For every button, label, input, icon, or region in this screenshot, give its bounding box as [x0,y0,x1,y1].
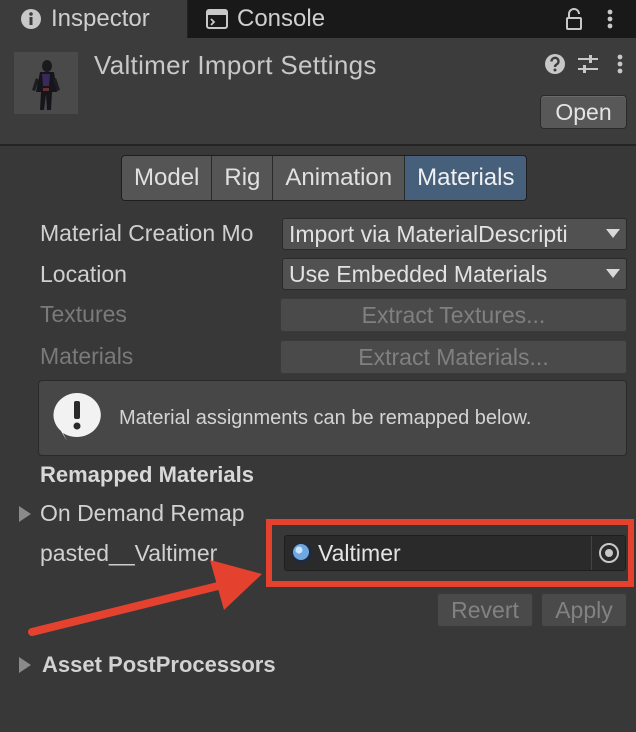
tab-rig[interactable]: Rig [212,156,274,200]
window-tab-strip: Inspector Console [0,0,636,38]
open-button[interactable]: Open [540,95,627,129]
helpbox-text: Material assignments can be remapped bel… [119,407,532,429]
console-icon [206,8,228,30]
import-tabs: Model Rig Animation Materials [121,155,528,201]
inspector-header: Valtimer Import Settings Open [0,38,636,146]
remapped-materials-heading: Remapped Materials [40,462,254,487]
annotation-highlight-box [266,519,634,587]
tab-model[interactable]: Model [122,156,213,200]
material-creation-mode-label: Material Creation Mo [40,220,254,246]
on-demand-remap-label: On Demand Remap [40,500,245,526]
extract-materials-button[interactable]: Extract Materials... [280,340,627,374]
asset-thumbnail [14,52,78,114]
more-options-icon[interactable] [598,7,622,31]
material-creation-mode-value: Import via MaterialDescripti [289,220,568,247]
material-slot-label: pasted__Valtimer [40,540,218,566]
header-more-icon[interactable] [608,52,632,76]
materials-label: Materials [40,343,134,369]
material-creation-mode-dropdown[interactable]: Import via MaterialDescripti [282,218,627,250]
warning-speech-icon [53,393,101,441]
settings-sliders-icon[interactable] [576,52,600,76]
dropdown-arrow-icon [600,269,626,279]
info-icon [20,8,42,30]
textures-label: Textures [40,301,127,327]
tab-inspector-label: Inspector [51,5,150,32]
asset-title: Valtimer Import Settings [94,50,377,80]
tab-console[interactable]: Console [206,0,325,38]
apply-button[interactable]: Apply [541,593,627,627]
lock-icon[interactable] [562,7,586,31]
asset-postprocessors-foldout[interactable]: Asset PostProcessors [18,652,276,678]
tab-materials[interactable]: Materials [405,156,527,200]
help-icon[interactable] [543,52,567,76]
tab-inspector[interactable]: Inspector [0,0,188,38]
tab-console-label: Console [237,5,326,32]
on-demand-remap-foldout[interactable]: On Demand Remap [18,500,245,527]
extract-textures-button[interactable]: Extract Textures... [280,298,627,332]
location-dropdown[interactable]: Use Embedded Materials [282,258,627,290]
foldout-arrow-icon [19,505,31,522]
foldout-arrow-icon [19,657,31,673]
dropdown-arrow-icon [600,229,626,239]
location-value: Use Embedded Materials [289,260,548,287]
location-label: Location [40,261,127,287]
info-helpbox: Material assignments can be remapped bel… [38,380,627,456]
asset-postprocessors-label: Asset PostProcessors [42,652,276,677]
revert-button[interactable]: Revert [437,593,533,627]
tab-animation[interactable]: Animation [273,156,406,200]
